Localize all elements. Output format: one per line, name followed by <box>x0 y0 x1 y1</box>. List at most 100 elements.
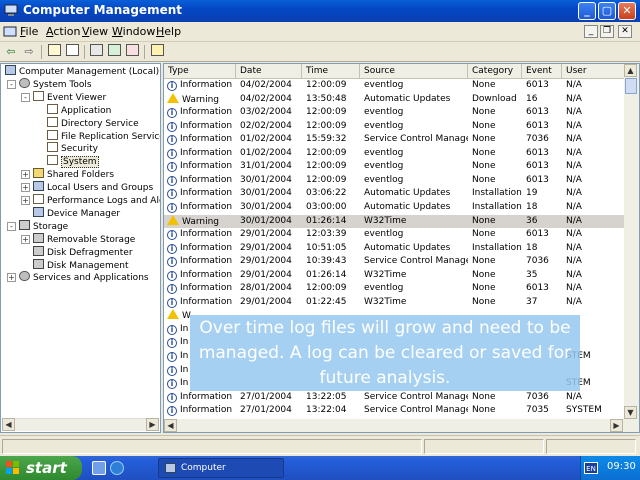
cell-source: W32Time <box>364 215 407 226</box>
mdi-minimize-button[interactable]: _ <box>584 25 598 38</box>
cell-user: N/A <box>566 188 582 199</box>
collapse-icon[interactable]: - <box>7 221 16 231</box>
help-icon[interactable] <box>149 44 165 60</box>
tree-item-system[interactable]: System <box>47 155 99 169</box>
tree-item-application[interactable]: Application <box>47 103 111 117</box>
event-row[interactable]: i Information 01/02/2004 15:59:32 Service Co… <box>164 133 626 147</box>
cell-event: 35 <box>526 269 538 280</box>
scroll-up-arrow-icon[interactable]: ▲ <box>624 64 637 77</box>
show-desktop-icon[interactable] <box>92 461 106 475</box>
console-tree[interactable]: Computer Management (Local) - System Tools… <box>0 63 161 433</box>
event-row[interactable]: i Information 03/02/2004 12:00:09 eventlog No… <box>164 106 626 120</box>
cell-date: 31/01/2004 <box>240 161 292 172</box>
column-header-source[interactable]: Source <box>360 64 468 79</box>
taskbar-computer-management-button[interactable]: Computer Management <box>158 458 284 478</box>
title-bar[interactable]: Computer Management _ ▢ ✕ <box>0 0 640 22</box>
list-vertical-scrollbar[interactable]: ▲ ▼ <box>624 64 639 419</box>
minimize-button[interactable]: _ <box>578 2 596 20</box>
column-header-event[interactable]: Event <box>522 64 562 79</box>
event-row[interactable]: i Information 27/01/2004 13:22:04 Service Co… <box>164 404 626 418</box>
close-button[interactable]: ✕ <box>618 2 636 20</box>
back-arrow-icon[interactable]: ⇦ <box>3 44 19 60</box>
expand-icon[interactable]: + <box>21 196 30 205</box>
clock[interactable]: 09:30 <box>607 461 636 472</box>
list-scroll-right-arrow-icon[interactable]: ▶ <box>610 419 623 432</box>
tree-item-disk-defragmenter[interactable]: Disk Defragmenter <box>33 245 133 259</box>
column-header-date[interactable]: Date <box>236 64 302 79</box>
tree-horizontal-scrollbar[interactable]: ◀ ▶ <box>2 418 159 431</box>
tree-item-system-tools[interactable]: - System Tools <box>7 77 92 91</box>
properties-icon[interactable] <box>88 44 104 60</box>
cell-source: eventlog <box>364 229 404 240</box>
forward-arrow-icon[interactable]: ⇨ <box>21 44 37 60</box>
collapse-icon[interactable]: - <box>21 92 30 102</box>
scroll-thumb[interactable] <box>625 78 637 94</box>
warning-icon <box>167 214 179 225</box>
list-scroll-left-arrow-icon[interactable]: ◀ <box>164 419 177 432</box>
event-row[interactable]: i Information 29/01/2004 10:51:05 Automatic … <box>164 242 626 256</box>
expand-icon[interactable]: + <box>21 183 30 193</box>
event-row[interactable]: i Information 30/01/2004 03:00:00 Automatic … <box>164 201 626 215</box>
cell-time: 12:03:39 <box>306 229 347 240</box>
event-row[interactable]: i Information 29/01/2004 01:22:45 W32Time Non… <box>164 296 626 310</box>
mdi-close-button[interactable]: ✕ <box>618 25 632 38</box>
column-header-user[interactable]: User <box>562 64 626 79</box>
event-row[interactable]: i Information 31/01/2004 12:00:09 eventlog No… <box>164 160 626 174</box>
column-header-category[interactable]: Category <box>468 64 522 79</box>
show-hide-tree-icon[interactable] <box>64 44 80 60</box>
expand-icon[interactable]: + <box>7 273 16 283</box>
menu-action[interactable]: Action <box>46 25 80 38</box>
event-row[interactable]: Warning 04/02/2004 13:50:48 Automatic Updat… <box>164 92 626 107</box>
event-row[interactable]: Warning 30/01/2004 01:26:14 W32Time None 36 N/… <box>164 214 626 229</box>
refresh-icon[interactable] <box>106 44 122 60</box>
language-indicator[interactable]: EN <box>584 462 598 474</box>
tree-item-services-and-applications[interactable]: + Services and Applications <box>7 271 149 284</box>
event-row[interactable]: i Information 27/01/2004 13:22:05 Service Co… <box>164 391 626 405</box>
column-header-type[interactable]: Type <box>164 64 236 79</box>
export-list-icon[interactable] <box>124 44 140 60</box>
event-row[interactable]: i Information 30/01/2004 12:00:09 eventlog No… <box>164 174 626 188</box>
event-row[interactable]: i Information 29/01/2004 01:26:14 W32Time Non… <box>164 269 626 283</box>
tree-item-performance-logs-and-alerts[interactable]: + Performance Logs and Alerts <box>21 194 160 207</box>
menu-window[interactable]: Window <box>112 25 155 38</box>
maximize-button[interactable]: ▢ <box>598 2 616 20</box>
tree-item-device-manager[interactable]: Device Manager <box>33 206 120 220</box>
event-row[interactable]: i Information 04/02/2004 12:00:09 eventlog No… <box>164 79 626 93</box>
event-row[interactable]: i Information 02/02/2004 12:00:09 eventlog No… <box>164 120 626 134</box>
scroll-right-arrow-icon[interactable]: ▶ <box>146 418 159 431</box>
document-icon[interactable] <box>3 25 17 39</box>
event-row[interactable]: i Information 28/01/2004 12:00:09 eventlog No… <box>164 282 626 296</box>
tree-item-computer-management-local-[interactable]: Computer Management (Local) <box>5 65 159 78</box>
event-row[interactable]: i Information 01/02/2004 12:00:09 eventlog No… <box>164 147 626 161</box>
menu-view[interactable]: View <box>82 25 108 38</box>
mdi-restore-button[interactable]: ❐ <box>600 25 614 38</box>
tree-item-removable-storage[interactable]: + Removable Storage <box>21 232 135 246</box>
internet-explorer-icon[interactable] <box>110 461 124 475</box>
expand-icon[interactable]: + <box>21 234 30 244</box>
cell-time: 03:06:22 <box>306 188 347 199</box>
list-horizontal-scrollbar[interactable]: ◀ ▶ <box>164 419 639 432</box>
tree-item-disk-management[interactable]: Disk Management <box>33 258 128 272</box>
expand-icon[interactable]: + <box>21 170 30 180</box>
tree-item-storage[interactable]: - Storage <box>7 219 68 233</box>
tree-item-event-viewer[interactable]: - Event Viewer <box>21 90 106 104</box>
start-button[interactable]: start <box>0 456 82 480</box>
event-row[interactable]: i Information 29/01/2004 12:03:39 eventlog No… <box>164 228 626 242</box>
column-header-time[interactable]: Time <box>302 64 360 79</box>
event-row[interactable]: i Information 29/01/2004 10:39:43 Service Co… <box>164 255 626 269</box>
tree-item-directory-service[interactable]: Directory Service <box>47 116 139 130</box>
tree-item-shared-folders[interactable]: + Shared Folders <box>21 168 114 181</box>
collapse-icon[interactable]: - <box>7 79 16 89</box>
event-row[interactable]: i Information 30/01/2004 03:06:22 Automatic … <box>164 187 626 201</box>
cell-date: 29/01/2004 <box>240 296 292 307</box>
up-folder-icon[interactable] <box>46 44 62 60</box>
tree-item-file-replication-service[interactable]: File Replication Service <box>47 129 160 143</box>
scroll-down-arrow-icon[interactable]: ▼ <box>624 406 637 419</box>
menu-file[interactable]: File <box>20 25 38 38</box>
cell-type: Information <box>180 229 233 240</box>
tree-item-security[interactable]: Security <box>47 142 98 155</box>
menu-help[interactable]: Help <box>156 25 181 38</box>
tree-item-local-users-and-groups[interactable]: + Local Users and Groups <box>21 181 153 194</box>
scroll-left-arrow-icon[interactable]: ◀ <box>2 418 15 431</box>
cell-type: Warning <box>182 94 220 105</box>
